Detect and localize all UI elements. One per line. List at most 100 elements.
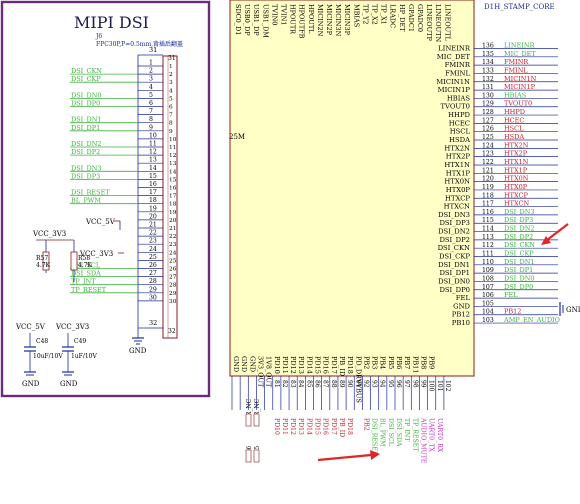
chip-right-pin-num: 133 xyxy=(482,67,494,74)
resistor-body-2 xyxy=(253,413,260,427)
connector-pin-num: 23 xyxy=(149,238,157,245)
chip-bottom-pin-num: 101 xyxy=(436,380,443,391)
connector-pin-inner-num: 16 xyxy=(169,186,177,192)
c49-rail-label: VCC_3V3 xyxy=(55,323,89,331)
chip-right-pin-name: MICIN1P xyxy=(438,86,471,94)
chip-bottom-left-net: PD12 xyxy=(289,418,296,435)
chip-right-pin-name: HCEC xyxy=(449,119,470,127)
chip-bottom-pin-num: 98 xyxy=(411,380,418,388)
connector-pin-inner-num: 9 xyxy=(169,129,173,135)
chip-right-pin-name: DSI_DN0 xyxy=(438,277,470,285)
chip-top-pin-label: TP_X1 xyxy=(380,4,388,25)
connector-pin-inner-num: 10 xyxy=(169,137,177,143)
chip-right-net-label: HBIAS xyxy=(504,91,526,99)
connector-pin-inner-num: 4 xyxy=(169,88,173,94)
chip-bottom-pin-num: 94 xyxy=(379,380,386,388)
chip-right-pin-name: PB12 xyxy=(452,311,470,319)
chip-suffix: 25M xyxy=(229,133,245,141)
chip-bottom-pin-num: 91 xyxy=(354,380,361,388)
page-title: MIPI DSI xyxy=(74,13,149,32)
connector-pin-inner-num: 25 xyxy=(169,258,177,264)
chip-top-pin-label: TVIN0 xyxy=(270,4,278,25)
chip-right-pin-name: HTX2N xyxy=(444,144,470,152)
chip-bottom-pin-name: GND xyxy=(248,356,256,372)
chip-top-pin-label: LINEOUTN xyxy=(434,4,442,42)
chip-bottom-pin-name: PB4 xyxy=(379,356,387,369)
connector-pin-num: 7 xyxy=(149,108,153,115)
chip-bottom-pin-name: PB5 xyxy=(387,356,395,369)
chip-right-pin-name: HSDA xyxy=(449,136,470,144)
net-label: BL_PWM xyxy=(71,197,101,205)
connector-pin-num: 28 xyxy=(149,278,157,285)
chip-right-pin-num: 119 xyxy=(482,184,494,191)
chip-top-pin-label: MICIN2N xyxy=(316,4,324,37)
right-gnd-label: GND xyxy=(566,306,580,314)
net-label: DSI_SDA xyxy=(71,270,101,278)
chip-bottom-pin-name: PB7 xyxy=(403,356,411,369)
chip-right-net-label: DSI_DN3 xyxy=(504,208,535,216)
chip-right-net-label: MIC_DET xyxy=(504,50,536,58)
chip-right-pin-name: DSI_DP3 xyxy=(439,219,470,227)
chip-bottom-net-label: UART0_TX xyxy=(428,418,435,452)
chip-right-pin-name: HSCL xyxy=(450,128,471,136)
connector-pin-inner-num: 21 xyxy=(169,226,176,232)
chip-right-pin-num: 103 xyxy=(482,317,494,324)
chip-right-net-label: DSI_DP3 xyxy=(504,216,533,224)
chip-bottom-pin-name: PD18 xyxy=(346,356,354,374)
left-panel-frame xyxy=(0,0,211,398)
chip-bottom-pin-num: 95 xyxy=(387,380,394,388)
net-label: DSI_DN1 xyxy=(71,116,102,124)
connector-pin-num: 18 xyxy=(149,197,157,204)
chip-top-pin-label: TVIN1 xyxy=(280,4,288,25)
chip-right-pin-num: 125 xyxy=(482,134,494,141)
chip-bottom-net-label: DSI_RESET xyxy=(371,418,378,456)
connector-pin-inner-num: 20 xyxy=(169,218,177,224)
chip-right-pin-name: GND xyxy=(453,302,470,310)
chip-right-pin-num: 113 xyxy=(482,234,494,241)
net-label: TP_RESET xyxy=(71,286,107,294)
chip-bottom-left-net: PD16 xyxy=(322,418,329,435)
chip-top-pin-label: LINEOUTP xyxy=(425,4,433,41)
chip-top-pin-label: LRADC xyxy=(389,4,397,28)
chip-right-pin-num: 117 xyxy=(482,201,494,208)
chip-right-pins: LINEINR 136 LINEINRMIC_DET 135 MIC_DETFMINR 1… xyxy=(436,42,560,328)
connector-pin-inner-num: 19 xyxy=(169,210,177,216)
chip-bottom-pin-num: 84 xyxy=(297,380,304,388)
chip-right-pin-num: 104 xyxy=(482,309,494,316)
chip-bottom-pin-name: PB9 xyxy=(428,356,436,369)
connector-pin-num: 26 xyxy=(149,262,157,269)
chip-right-pin-name: DSI_DN2 xyxy=(438,228,470,236)
chip-right-pin-name: FMINL xyxy=(445,69,470,77)
chip-bottom-left-net: PD15 xyxy=(314,418,321,435)
chip-right-pin-name: HTX2P xyxy=(446,153,471,161)
chip-right-net-label: HTX2P xyxy=(504,150,528,158)
chip-right-net-label: HTX1N xyxy=(504,158,529,166)
chip-top-pin-label: GPADC1 xyxy=(407,4,415,32)
chip-right-net-label: LINEINR xyxy=(504,42,536,50)
connector-pin-num: 14 xyxy=(149,165,157,172)
chip-right-net-label: HSCL xyxy=(504,125,524,133)
chip-right-pin-name: HTXCP xyxy=(445,194,470,202)
net-label: DSI_CKN xyxy=(71,67,102,75)
chip-top-pin-label: HPOUTR xyxy=(289,4,297,35)
chip-bottom-pin-num: 82 xyxy=(281,380,288,388)
connector-pin-num: 15 xyxy=(149,173,157,180)
net-label: DSI_DN2 xyxy=(71,140,102,148)
chip-right-pin-name: PB10 xyxy=(452,319,470,327)
chip-right-pin-num: 132 xyxy=(482,76,494,83)
chip-bottom-pin-name: PD14 xyxy=(305,356,313,374)
connector-ref: J6 xyxy=(95,33,102,40)
chip-right-pin-num: 134 xyxy=(482,59,494,66)
chip-right-net-label: DSI_DP2 xyxy=(504,233,533,241)
chip-right-pin-num: 105 xyxy=(482,300,494,307)
chip-right-pin-num: 111 xyxy=(482,251,494,258)
connector-pin-inner-num: 22 xyxy=(169,234,177,240)
r58-value: 4.7K xyxy=(78,262,93,269)
chip-right-net-label: AMP_EN_AUDIO xyxy=(503,316,560,324)
chip-right-pin-name: HTX0N xyxy=(444,178,470,186)
connector-pin-num: 4 xyxy=(149,84,153,91)
connector-pin-inner-num: 13 xyxy=(169,161,177,167)
chip-bottom-pin-name: GND xyxy=(232,356,240,372)
chip-right-net-label: MICIN1P xyxy=(504,83,536,91)
chip-right-pin-num: 120 xyxy=(482,176,494,183)
